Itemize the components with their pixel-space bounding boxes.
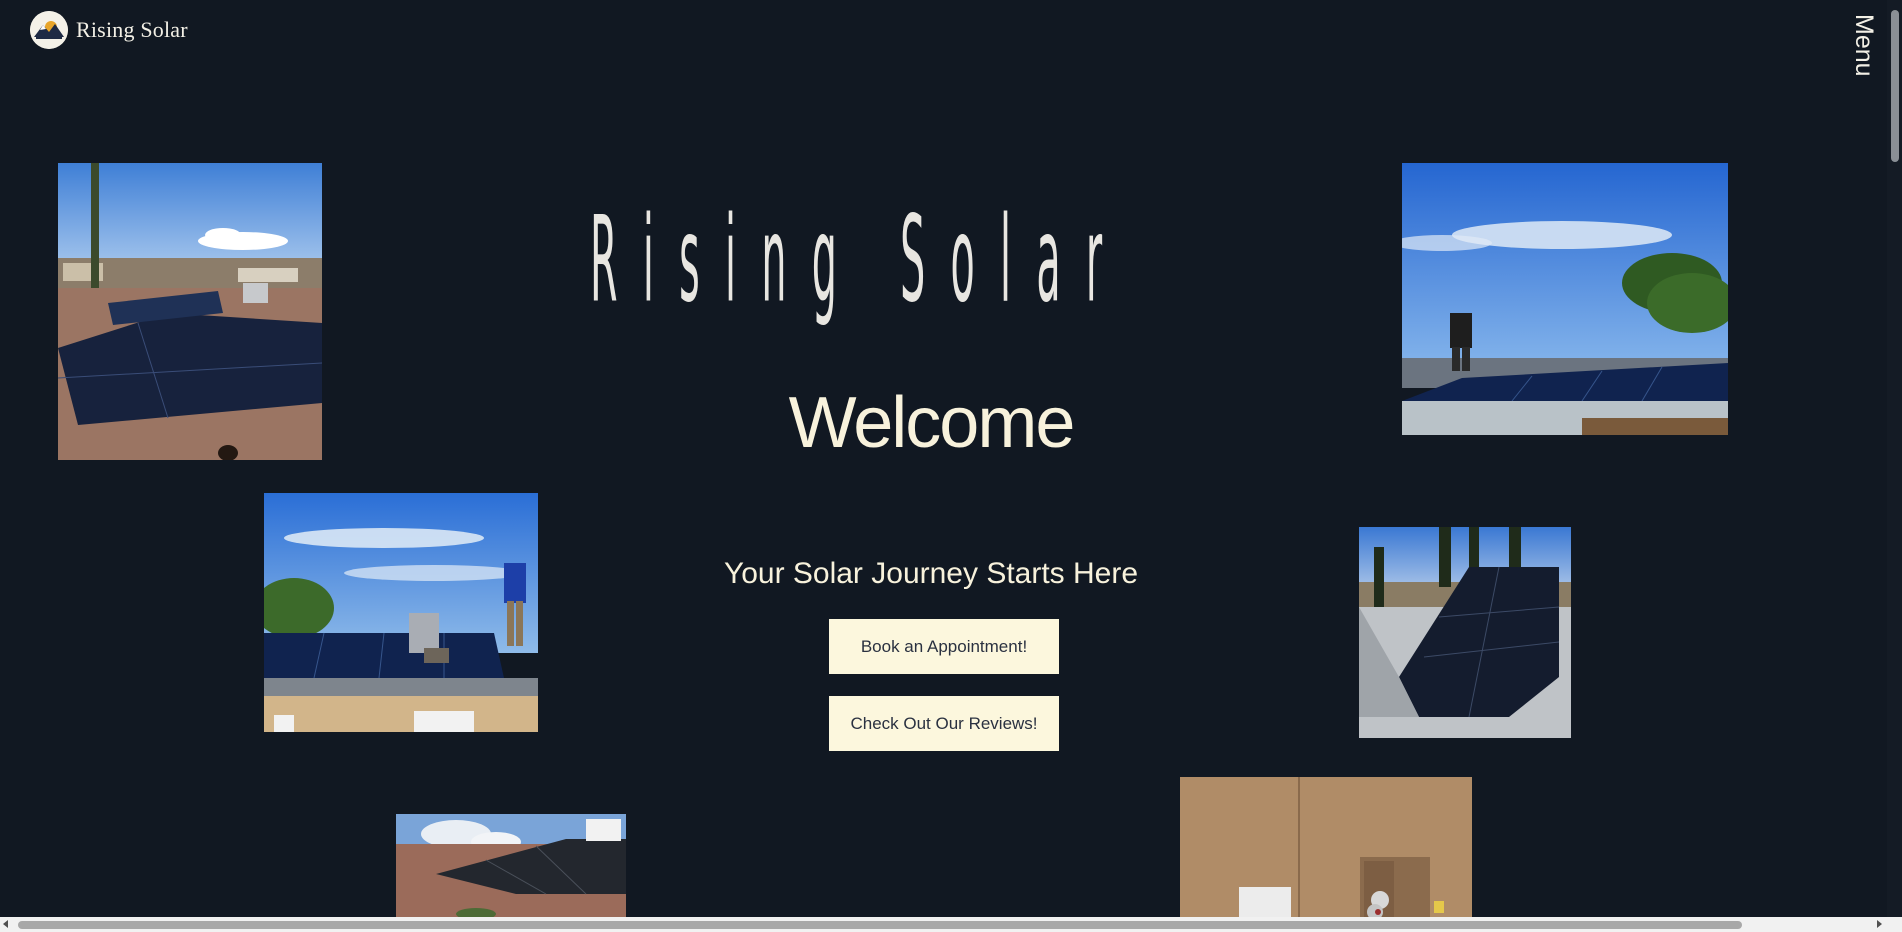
scroll-left-arrow-icon[interactable] [3, 920, 8, 928]
scroll-right-arrow-icon[interactable] [1877, 920, 1882, 928]
vertical-scrollbar[interactable] [1887, 0, 1902, 917]
page: Rising Solar Menu Rising Solar Welcome Y… [0, 0, 1902, 932]
reviews-button[interactable]: Check Out Our Reviews! [829, 696, 1059, 751]
vertical-scrollbar-thumb[interactable] [1891, 10, 1899, 162]
horizontal-scrollbar[interactable] [0, 917, 1902, 932]
sun-over-mountains-logo-icon [30, 11, 68, 49]
menu-label: Menu [1850, 14, 1878, 77]
menu-button[interactable]: Menu [1850, 14, 1880, 84]
photo-electric-meter-wall [1180, 777, 1472, 917]
logo-text: Rising Solar [76, 17, 188, 42]
photo-rooftop-panels-town [58, 163, 322, 460]
photo-tile-roof-panels [396, 814, 626, 917]
horizontal-scrollbar-thumb[interactable] [18, 921, 1742, 929]
site-logo[interactable]: Rising Solar [30, 11, 188, 49]
book-appointment-button[interactable]: Book an Appointment! [829, 619, 1059, 674]
photo-worker-on-roof-trees [1402, 163, 1728, 435]
photo-panels-with-cypress-trees [1359, 527, 1571, 738]
photo-two-workers-installing [264, 493, 538, 732]
